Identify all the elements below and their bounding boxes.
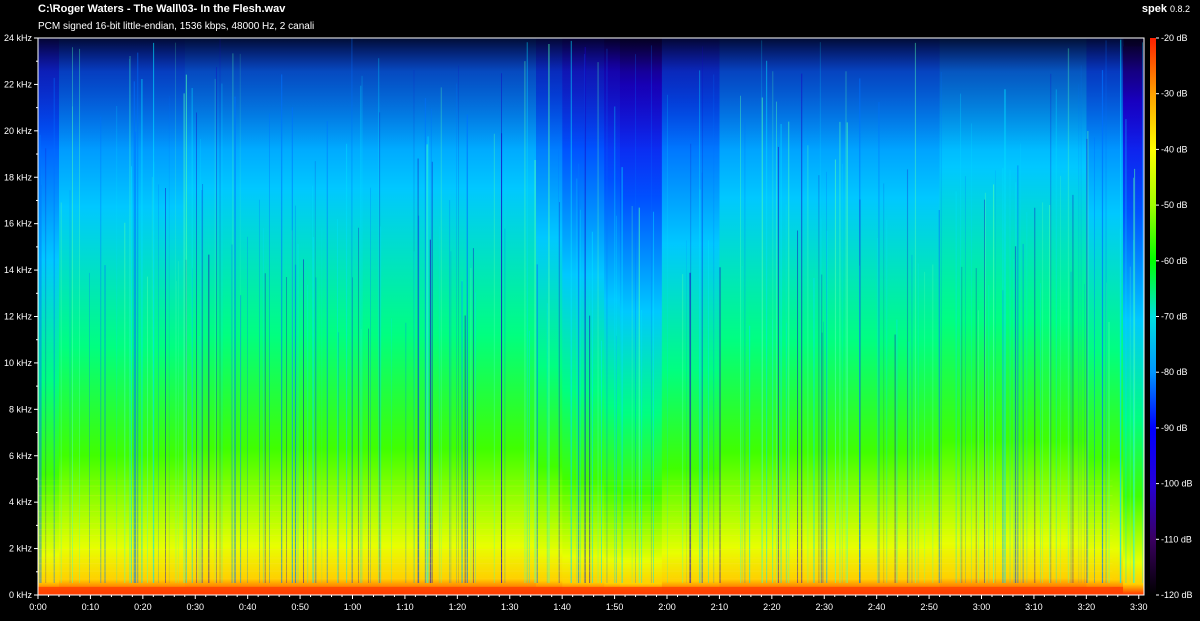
x-tick-label: 2:10 xyxy=(711,602,729,612)
x-tick-label: 1:30 xyxy=(501,602,519,612)
x-tick-label: 2:50 xyxy=(920,602,938,612)
db-tick-label: -70 dB xyxy=(1161,312,1188,322)
x-tick-label: 0:30 xyxy=(186,602,204,612)
bass-band xyxy=(38,586,1124,595)
x-tick-label: 1:00 xyxy=(344,602,362,612)
db-scale-bar xyxy=(1150,38,1156,595)
db-tick-label: -40 dB xyxy=(1161,144,1188,154)
y-tick-label: 10 kHz xyxy=(4,358,33,368)
x-tick-label: 0:20 xyxy=(134,602,152,612)
x-tick-label: 3:10 xyxy=(1025,602,1043,612)
x-tick-label: 0:10 xyxy=(82,602,100,612)
y-tick-label: 2 kHz xyxy=(9,544,33,554)
x-tick-label: 2:30 xyxy=(815,602,833,612)
db-tick-label: -100 dB xyxy=(1161,479,1193,489)
db-tick-label: -90 dB xyxy=(1161,423,1188,433)
db-tick-label: -60 dB xyxy=(1161,256,1188,266)
db-tick-label: -30 dB xyxy=(1161,89,1188,99)
db-tick-label: -120 dB xyxy=(1161,590,1193,600)
y-tick-label: 0 kHz xyxy=(9,590,33,600)
y-tick-label: 6 kHz xyxy=(9,451,33,461)
y-tick-label: 12 kHz xyxy=(4,312,33,322)
db-tick-label: -110 dB xyxy=(1161,534,1192,544)
x-tick-label: 3:20 xyxy=(1078,602,1096,612)
y-tick-label: 22 kHz xyxy=(4,79,33,89)
y-tick-label: 4 kHz xyxy=(9,497,33,507)
db-tick-label: -20 dB xyxy=(1161,33,1188,43)
db-color-scale: -20 dB -30 dB -40 dB -50 dB -60 dB -70 dB -80 … xyxy=(1150,33,1193,600)
spectrogram-chart: 0 kHz 2 kHz 4 kHz 6 kHz 8 kHz 10 kHz 12 kHz 14 … xyxy=(4,33,1193,612)
x-tick-label: 1:20 xyxy=(449,602,467,612)
x-tick-label: 1:10 xyxy=(396,602,414,612)
x-tick-label: 3:00 xyxy=(973,602,991,612)
x-tick-label: 2:40 xyxy=(868,602,886,612)
db-tick-label: -50 dB xyxy=(1161,200,1188,210)
y-tick-label: 20 kHz xyxy=(4,126,33,136)
x-tick-label: 1:50 xyxy=(606,602,624,612)
x-tick-label: 0:00 xyxy=(29,602,47,612)
x-tick-label: 2:20 xyxy=(763,602,781,612)
db-tick-label: -80 dB xyxy=(1161,367,1188,377)
y-tick-label: 18 kHz xyxy=(4,172,33,182)
x-tick-label: 1:40 xyxy=(553,602,571,612)
y-tick-label: 14 kHz xyxy=(4,265,33,275)
spectrogram-plot-area xyxy=(38,38,1145,595)
x-tick-label: 0:50 xyxy=(291,602,309,612)
y-tick-label: 8 kHz xyxy=(9,404,33,414)
x-tick-label: 0:40 xyxy=(239,602,257,612)
x-tick-label: 2:00 xyxy=(658,602,676,612)
x-tick-label: 3:30 xyxy=(1130,602,1148,612)
y-tick-label: 24 kHz xyxy=(4,33,33,43)
y-tick-label: 16 kHz xyxy=(4,219,33,229)
